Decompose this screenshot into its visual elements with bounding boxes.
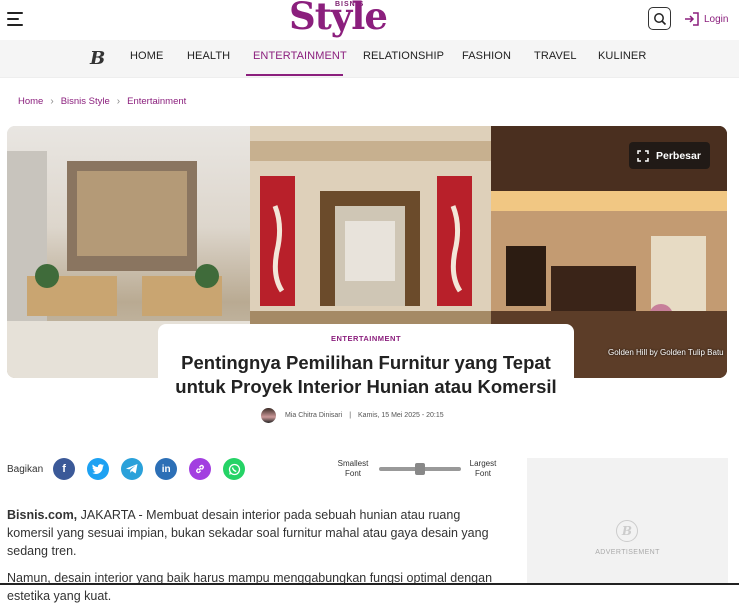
smallest-font-label-line-1: Smallest (337, 459, 369, 468)
hero-caption: Golden Hill by Golden Tulip Batu (608, 348, 724, 357)
top-bar: BISNIS Style Login (0, 0, 739, 40)
article-meta: Mia Chitra Dinisari | Kamis, 15 Mei 2025… (261, 408, 444, 423)
twitter-icon[interactable] (87, 458, 110, 480)
search-icon (654, 13, 667, 26)
meta-divider: | (349, 412, 352, 419)
share-bar: Bagikan f in (7, 458, 257, 480)
nav-logo[interactable]: B (90, 48, 105, 69)
article-paragraph-2: Namun, desain interior yang baik harus m… (7, 571, 493, 603)
font-size-slider-thumb[interactable] (415, 463, 425, 475)
login-label: Login (704, 13, 729, 25)
article-paragraph-1: Bisnis.com, JAKARTA - Membuat desain int… (7, 506, 507, 560)
author-name[interactable]: Mia Chitra Dinisari (285, 412, 342, 419)
article-body: Bisnis.com, JAKARTA - Membuat desain int… (7, 506, 507, 614)
smallest-font-label[interactable]: Smallest Font (332, 459, 374, 479)
logo-main-text: Style (289, 0, 388, 38)
article-header-card: ENTERTAINMENT Pentingnya Pemilihan Furni… (158, 324, 574, 428)
breadcrumb-separator-icon: › (50, 96, 54, 107)
publish-date: Kamis, 15 Mei 2025 - 20:15 (358, 412, 444, 419)
main-nav: B HOME HEALTH ENTERTAINMENT RELATIONSHIP… (0, 40, 739, 78)
author-avatar (261, 408, 276, 423)
expand-icon (637, 149, 649, 162)
article-category[interactable]: ENTERTAINMENT (158, 334, 574, 343)
smallest-font-label-line-2: Font (344, 469, 361, 478)
enlarge-label: Perbesar (656, 149, 701, 162)
article-title-line-2: untuk Proyek Interior Hunian atau Komers… (175, 376, 557, 397)
nav-item-fashion[interactable]: FASHION (462, 50, 511, 62)
article-title: Pentingnya Pemilihan Furnitur yang Tepat… (158, 351, 574, 399)
font-size-control: Smallest Font Largest Font (332, 458, 502, 480)
nav-item-health[interactable]: HEALTH (187, 50, 230, 62)
login-icon (685, 12, 699, 26)
linkedin-icon[interactable]: in (155, 458, 178, 480)
breadcrumb-bisnis-style[interactable]: Bisnis Style (61, 96, 110, 107)
advertisement-slot[interactable]: B ADVERTISEMENT (527, 458, 728, 585)
breadcrumb-home[interactable]: Home (18, 96, 43, 107)
nav-item-relationship[interactable]: RELATIONSHIP (363, 50, 444, 62)
article-title-line-1: Pentingnya Pemilihan Furnitur yang Tepat (181, 352, 551, 373)
nav-item-travel[interactable]: TRAVEL (534, 50, 577, 62)
nav-item-home[interactable]: HOME (130, 50, 163, 62)
facebook-icon[interactable]: f (53, 458, 76, 480)
source-label[interactable]: Bisnis.com, (7, 508, 77, 522)
breadcrumb: Home › Bisnis Style › Entertainment (18, 96, 186, 107)
search-button[interactable] (648, 7, 671, 30)
menu-icon[interactable] (7, 12, 23, 26)
login-button[interactable]: Login (684, 10, 728, 28)
largest-font-label-line-2: Font (474, 469, 491, 478)
ad-logo-icon: B (616, 520, 638, 542)
ad-label: ADVERTISEMENT (595, 549, 660, 556)
breadcrumb-separator-icon: › (116, 96, 121, 107)
whatsapp-icon[interactable] (223, 458, 246, 480)
breadcrumb-entertainment[interactable]: Entertainment (127, 96, 186, 107)
largest-font-label[interactable]: Largest Font (462, 459, 504, 479)
paragraph-1-text: JAKARTA - Membuat desain interior pada s… (7, 508, 489, 558)
link-icon[interactable] (189, 458, 212, 480)
nav-item-kuliner[interactable]: KULINER (598, 50, 646, 62)
nav-active-indicator (246, 74, 343, 76)
telegram-icon[interactable] (121, 458, 144, 480)
largest-font-label-line-1: Largest (469, 459, 497, 468)
site-logo[interactable]: BISNIS Style (289, 0, 388, 40)
share-label: Bagikan (7, 463, 44, 475)
enlarge-button[interactable]: Perbesar (629, 142, 710, 169)
nav-item-entertainment[interactable]: ENTERTAINMENT (253, 50, 347, 62)
